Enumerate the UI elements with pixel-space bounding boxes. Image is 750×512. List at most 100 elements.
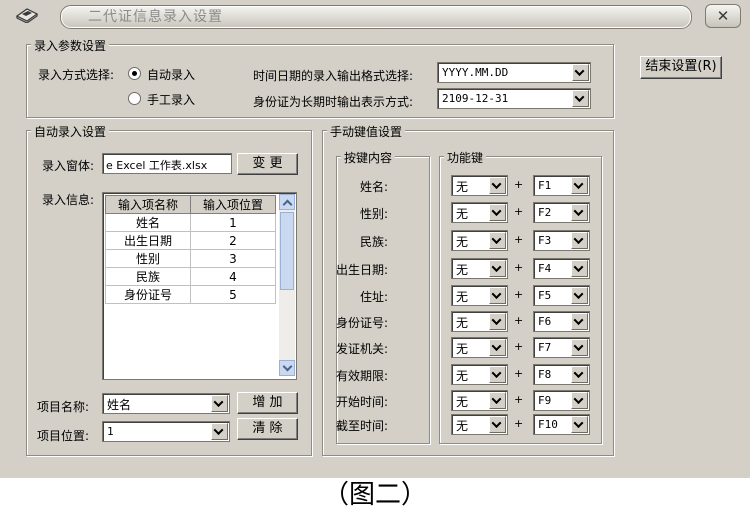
key-content-title: 按键内容 <box>341 149 396 166</box>
column-header-name[interactable]: 输入项名称 <box>105 195 191 214</box>
chevron-down-icon[interactable] <box>571 232 588 249</box>
scroll-thumb[interactable] <box>280 212 294 290</box>
change-button[interactable]: 变 更 <box>237 153 298 175</box>
column-header-position[interactable]: 输入项位置 <box>190 195 276 214</box>
cell-position: 2 <box>190 231 276 250</box>
chevron-down-icon[interactable] <box>571 260 588 277</box>
chevron-down-icon[interactable] <box>211 423 228 440</box>
chevron-down-icon[interactable] <box>572 90 589 107</box>
radio-auto-entry[interactable] <box>128 67 141 80</box>
window-title: 二代证信息录入设置 <box>88 9 223 25</box>
chevron-down-icon[interactable] <box>489 177 506 194</box>
chevron-down-icon[interactable] <box>489 204 506 221</box>
chevron-down-icon[interactable] <box>572 64 589 81</box>
entry-params-title: 录入参数设置 <box>31 37 110 54</box>
function-key-value: F6 <box>538 315 552 328</box>
table-row[interactable]: 身份证号 5 <box>105 285 276 304</box>
long-term-select[interactable]: 2109-12-31 <box>437 88 591 109</box>
radio-manual-entry-label[interactable]: 手工录入 <box>147 91 195 108</box>
scroll-up-icon[interactable] <box>279 194 295 210</box>
info-grid: 输入项名称 输入项位置 姓名 1 出生日期 2 性别 3 民族 4 身份证号 5 <box>105 195 276 304</box>
function-key-select[interactable]: F8 <box>533 364 590 385</box>
item-name-select[interactable]: 姓名 <box>102 393 230 414</box>
long-term-label: 身份证为长期时输出表示方式: <box>253 95 414 109</box>
function-key-select[interactable]: F2 <box>533 202 590 223</box>
plus-sign: + <box>514 178 524 191</box>
table-row[interactable]: 性别 3 <box>105 249 276 268</box>
chevron-down-icon[interactable] <box>571 366 588 383</box>
chevron-down-icon[interactable] <box>489 339 506 356</box>
modifier-select[interactable]: 无 <box>451 337 508 358</box>
chevron-down-icon[interactable] <box>571 313 588 330</box>
modifier-select[interactable]: 无 <box>451 202 508 223</box>
function-key-select[interactable]: F4 <box>533 258 590 279</box>
function-key-select[interactable]: F3 <box>533 230 590 251</box>
modifier-select[interactable]: 无 <box>451 364 508 385</box>
chevron-down-icon[interactable] <box>571 204 588 221</box>
modifier-select[interactable]: 无 <box>451 175 508 196</box>
table-row[interactable]: 姓名 1 <box>105 213 276 232</box>
entry-info-table[interactable]: 输入项名称 输入项位置 姓名 1 出生日期 2 性别 3 民族 4 身份证号 5 <box>102 192 297 380</box>
table-row[interactable]: 出生日期 2 <box>105 231 276 250</box>
modifier-select[interactable]: 无 <box>451 414 508 435</box>
chevron-down-icon[interactable] <box>489 232 506 249</box>
modifier-select[interactable]: 无 <box>451 285 508 306</box>
plus-sign: + <box>514 417 524 430</box>
chevron-down-icon[interactable] <box>211 395 228 412</box>
function-key-value: F3 <box>538 234 552 247</box>
chevron-down-icon[interactable] <box>571 339 588 356</box>
item-position-value: 1 <box>107 425 114 438</box>
auto-entry-title: 自动录入设置 <box>31 123 110 140</box>
plus-sign: + <box>514 261 524 274</box>
chevron-down-icon[interactable] <box>571 177 588 194</box>
function-key-select[interactable]: F7 <box>533 337 590 358</box>
radio-auto-entry-label[interactable]: 自动录入 <box>147 66 195 83</box>
close-button[interactable]: ✕ <box>705 4 741 28</box>
item-name-label: 项目名称: <box>37 400 90 414</box>
function-key-select[interactable]: F9 <box>533 390 590 411</box>
function-key-select[interactable]: F1 <box>533 175 590 196</box>
chevron-down-icon[interactable] <box>489 392 506 409</box>
cell-name: 民族 <box>105 267 191 286</box>
modifier-value: 无 <box>456 316 469 330</box>
date-format-select[interactable]: YYYY.MM.DD <box>437 62 591 83</box>
chevron-down-icon[interactable] <box>489 260 506 277</box>
cell-position: 5 <box>190 285 276 304</box>
cell-name: 性别 <box>105 249 191 268</box>
modifier-value: 无 <box>456 290 469 304</box>
plus-sign: + <box>514 393 524 406</box>
clear-button[interactable]: 清 除 <box>237 418 298 440</box>
modifier-select[interactable]: 无 <box>451 311 508 332</box>
modifier-select[interactable]: 无 <box>451 390 508 411</box>
function-key-select[interactable]: F10 <box>533 414 590 435</box>
function-key-value: F7 <box>538 341 552 354</box>
key-label: 有效期限: <box>335 369 388 383</box>
chevron-down-icon[interactable] <box>489 313 506 330</box>
add-button[interactable]: 增 加 <box>237 392 298 414</box>
table-row[interactable]: 民族 4 <box>105 267 276 286</box>
modifier-select[interactable]: 无 <box>451 258 508 279</box>
chevron-down-icon[interactable] <box>571 416 588 433</box>
key-label: 住址: <box>359 290 388 304</box>
modifier-select[interactable]: 无 <box>451 230 508 251</box>
function-key-value: F5 <box>538 289 552 302</box>
end-settings-button[interactable]: 结束设置(R) <box>640 56 722 79</box>
item-position-select[interactable]: 1 <box>102 421 230 442</box>
chevron-down-icon[interactable] <box>571 287 588 304</box>
cell-name: 姓名 <box>105 213 191 232</box>
chevron-down-icon[interactable] <box>489 416 506 433</box>
date-format-label: 时间日期的录入输出格式选择: <box>253 69 414 83</box>
plus-sign: + <box>514 314 524 327</box>
form-field[interactable]: e Excel 工作表.xlsx <box>102 153 232 174</box>
chevron-down-icon[interactable] <box>571 392 588 409</box>
function-key-value: F2 <box>538 206 552 219</box>
function-key-select[interactable]: F6 <box>533 311 590 332</box>
vertical-scrollbar[interactable] <box>279 194 295 376</box>
scroll-down-icon[interactable] <box>279 360 295 376</box>
function-key-select[interactable]: F5 <box>533 285 590 306</box>
manual-keys-title: 手动键值设置 <box>327 123 406 140</box>
chevron-down-icon[interactable] <box>489 366 506 383</box>
key-label: 发证机关: <box>335 342 388 356</box>
chevron-down-icon[interactable] <box>489 287 506 304</box>
radio-manual-entry[interactable] <box>128 92 141 105</box>
